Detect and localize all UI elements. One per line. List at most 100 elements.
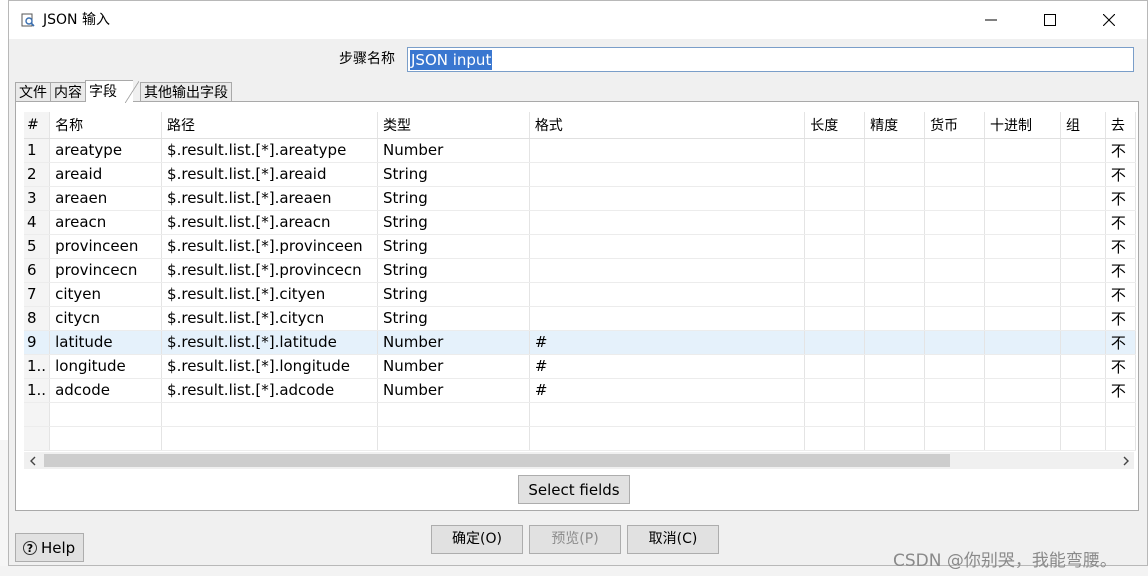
table-cell-trim[interactable]: 不: [1105, 282, 1136, 307]
table-cell-idx[interactable]: 1: [24, 138, 51, 163]
table-cell-format[interactable]: [529, 282, 806, 307]
table-cell-trim[interactable]: 不: [1105, 306, 1136, 331]
table-cell-empty[interactable]: [804, 330, 866, 355]
table-cell-empty[interactable]: [529, 402, 806, 427]
table-cell-type[interactable]: Number: [377, 138, 530, 163]
table-cell-name[interactable]: latitude: [49, 330, 163, 355]
table-cell-format[interactable]: [529, 138, 806, 163]
table-cell-empty[interactable]: [1060, 378, 1106, 403]
table-cell-empty[interactable]: [924, 258, 986, 283]
table-cell-idx[interactable]: 6: [24, 258, 51, 283]
table-row[interactable]: 7 cityen $.result.list.[*].cityen String 不: [24, 282, 1136, 307]
table-cell-empty[interactable]: [49, 402, 163, 427]
table-cell-type[interactable]: String: [377, 258, 530, 283]
table-cell-path[interactable]: $.result.list.[*].cityen: [161, 282, 379, 307]
table-cell-path[interactable]: $.result.list.[*].areacn: [161, 210, 379, 235]
column-header[interactable]: 十进制: [984, 112, 1061, 139]
table-cell-empty[interactable]: [804, 210, 866, 235]
table-cell-empty[interactable]: [864, 378, 926, 403]
preview-button[interactable]: 预览(P): [529, 525, 621, 554]
table-cell-path[interactable]: $.result.list.[*].areaen: [161, 186, 379, 211]
table-cell-empty[interactable]: [864, 234, 926, 259]
table-cell-name[interactable]: areaid: [49, 162, 163, 187]
table-cell-type[interactable]: Number: [377, 330, 530, 355]
table-cell-empty[interactable]: [804, 234, 866, 259]
table-cell-empty[interactable]: [984, 258, 1061, 283]
table-cell-format[interactable]: [529, 162, 806, 187]
table-cell-empty[interactable]: [1060, 306, 1106, 331]
table-cell-idx[interactable]: 3: [24, 186, 51, 211]
title-bar[interactable]: JSON 输入: [9, 1, 1147, 39]
table-cell-empty[interactable]: [1060, 354, 1106, 379]
table-cell-empty[interactable]: [864, 354, 926, 379]
table-cell-idx[interactable]: 7: [24, 282, 51, 307]
table-cell-empty[interactable]: [161, 402, 379, 427]
table-cell-empty[interactable]: [1060, 138, 1106, 163]
table-cell-format[interactable]: #: [529, 330, 806, 355]
minimize-button[interactable]: [962, 1, 1020, 39]
table-cell-empty[interactable]: [924, 402, 986, 427]
table-cell-empty[interactable]: [984, 162, 1061, 187]
table-cell-empty[interactable]: [924, 306, 986, 331]
table-cell-empty[interactable]: [804, 426, 866, 451]
horizontal-scrollbar[interactable]: [24, 452, 1134, 469]
table-cell-path[interactable]: $.result.list.[*].adcode: [161, 378, 379, 403]
table-cell-trim[interactable]: 不: [1105, 354, 1136, 379]
table-cell-idx[interactable]: 5: [24, 234, 51, 259]
table-cell-format[interactable]: [529, 258, 806, 283]
table-cell-path[interactable]: $.result.list.[*].provinceen: [161, 234, 379, 259]
table-cell-name[interactable]: areacn: [49, 210, 163, 235]
table-row[interactable]: 6 provincecn $.result.list.[*].provincecn S…: [24, 258, 1136, 283]
table-cell-empty[interactable]: [924, 186, 986, 211]
table-cell-type[interactable]: String: [377, 234, 530, 259]
table-cell-empty[interactable]: [864, 186, 926, 211]
column-header[interactable]: 长度: [804, 112, 866, 139]
table-cell-empty[interactable]: [1105, 402, 1136, 427]
table-cell-name[interactable]: cityen: [49, 282, 163, 307]
table-cell-empty[interactable]: [1060, 330, 1106, 355]
table-cell-trim[interactable]: 不: [1105, 330, 1136, 355]
table-cell-empty[interactable]: [804, 378, 866, 403]
table-cell-empty[interactable]: [804, 354, 866, 379]
table-row[interactable]: 2 areaid $.result.list.[*].areaid String 不: [24, 162, 1136, 187]
table-cell-type[interactable]: Number: [377, 354, 530, 379]
scroll-left-arrow-icon[interactable]: [24, 452, 41, 469]
column-header[interactable]: 精度: [864, 112, 926, 139]
table-cell-empty[interactable]: [1060, 426, 1106, 451]
table-cell-trim[interactable]: 不: [1105, 234, 1136, 259]
table-cell-empty[interactable]: [864, 258, 926, 283]
table-cell-empty[interactable]: [864, 330, 926, 355]
table-cell-empty[interactable]: [924, 210, 986, 235]
table-row[interactable]: 5 provinceen $.result.list.[*].provinceen S…: [24, 234, 1136, 259]
table-cell-empty[interactable]: [1060, 234, 1106, 259]
scroll-right-arrow-icon[interactable]: [1117, 452, 1134, 469]
table-cell-empty[interactable]: [24, 402, 51, 427]
table-cell-type[interactable]: String: [377, 162, 530, 187]
table-cell-empty[interactable]: [864, 306, 926, 331]
table-cell-format[interactable]: [529, 306, 806, 331]
table-cell-trim[interactable]: 不: [1105, 258, 1136, 283]
table-cell-empty[interactable]: [984, 402, 1061, 427]
table-cell-empty[interactable]: [1105, 426, 1136, 451]
column-header[interactable]: 货币: [924, 112, 986, 139]
tab-file[interactable]: 文件: [15, 82, 51, 102]
table-cell-empty[interactable]: [377, 402, 530, 427]
table-cell-empty[interactable]: [1060, 402, 1106, 427]
table-cell-empty[interactable]: [984, 234, 1061, 259]
table-cell-type[interactable]: String: [377, 210, 530, 235]
close-button[interactable]: [1080, 1, 1138, 39]
table-cell-empty[interactable]: [924, 426, 986, 451]
table-cell-name[interactable]: provincecn: [49, 258, 163, 283]
table-cell-empty[interactable]: [1060, 258, 1106, 283]
help-button[interactable]: ? Help: [15, 533, 84, 562]
table-cell-empty[interactable]: [1060, 162, 1106, 187]
table-cell-empty[interactable]: [529, 426, 806, 451]
table-cell-trim[interactable]: 不: [1105, 162, 1136, 187]
cancel-button[interactable]: 取消(C): [627, 525, 719, 554]
table-cell-empty[interactable]: [864, 162, 926, 187]
table-cell-trim[interactable]: 不: [1105, 138, 1136, 163]
table-cell-empty[interactable]: [804, 282, 866, 307]
table-cell-trim[interactable]: 不: [1105, 378, 1136, 403]
select-fields-button[interactable]: Select fields: [518, 475, 630, 504]
table-cell-idx[interactable]: 1..: [24, 354, 51, 379]
